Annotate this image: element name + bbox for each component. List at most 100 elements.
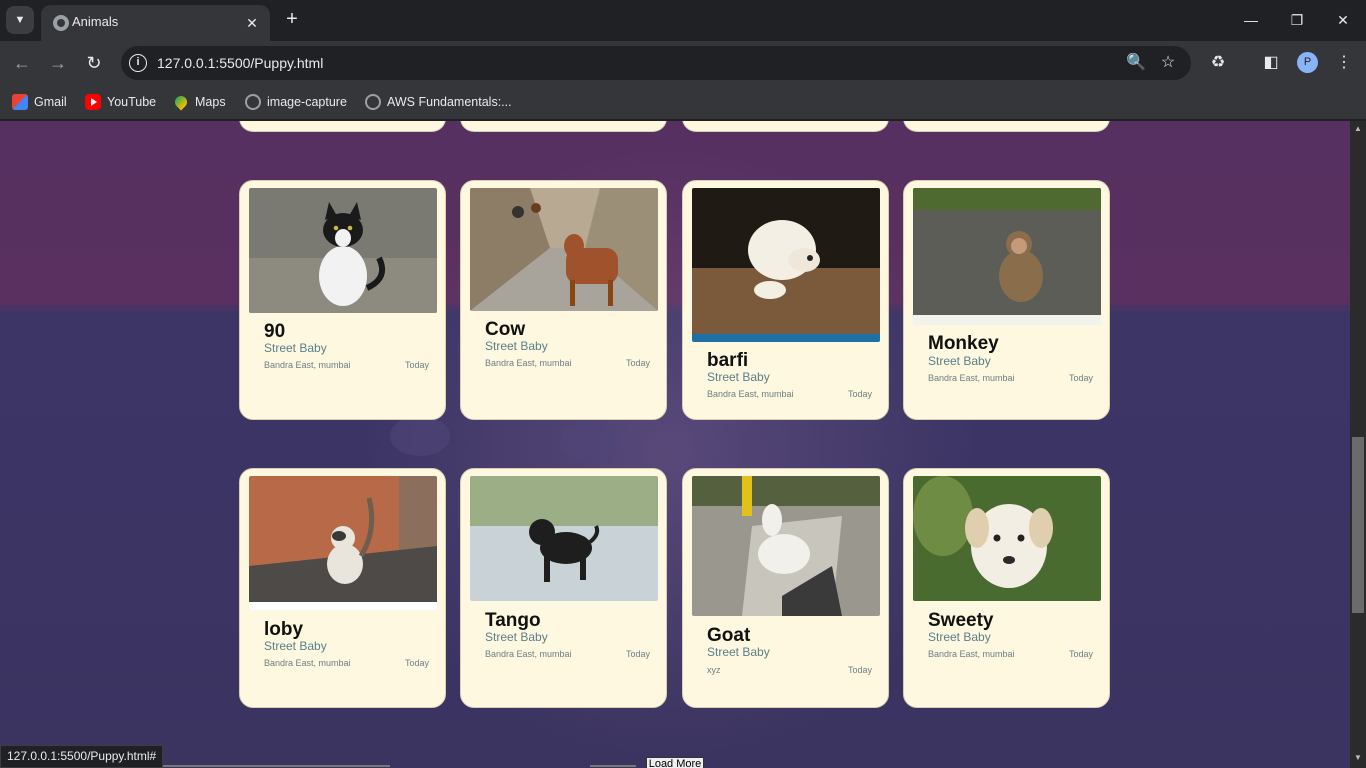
zoom-icon[interactable]: 🔍 [1126, 53, 1146, 73]
animal-photo [913, 188, 1101, 325]
globe-icon [53, 15, 69, 31]
animal-name: 90 [264, 321, 286, 342]
bookmarks-bar: Gmail YouTube Maps image-capture AWS Fun… [0, 85, 1366, 120]
card-partial[interactable] [239, 121, 446, 132]
animal-name: Goat [707, 625, 751, 646]
bookmark-label: AWS Fundamentals:... [387, 95, 512, 109]
animal-card[interactable]: barfi Street Baby Bandra East, mumbai To… [682, 180, 889, 420]
animal-date: Today [1068, 649, 1093, 659]
url-text[interactable]: 127.0.0.1:5500/Puppy.html [157, 55, 323, 71]
new-tab-button[interactable]: + [281, 9, 303, 31]
divider [590, 765, 636, 767]
maps-icon [172, 93, 190, 111]
animal-date: Today [625, 649, 650, 659]
animal-subtitle: Street Baby [707, 645, 770, 659]
tab-title: Animals [72, 14, 119, 29]
bookmark-label: Gmail [34, 95, 67, 109]
card-partial[interactable] [903, 121, 1110, 132]
site-info-icon[interactable]: i [129, 54, 147, 72]
animal-photo [249, 188, 437, 313]
animal-card[interactable]: Tango Street Baby Bandra East, mumbai To… [460, 468, 667, 708]
back-button[interactable]: ← [10, 51, 34, 75]
animal-date: Today [847, 665, 872, 675]
browser-toolbar: ← → ↻ i 127.0.0.1:5500/Puppy.html 🔍 ☆ ♻ … [0, 41, 1366, 85]
animal-location: Bandra East, mumbai [707, 389, 794, 399]
close-icon[interactable]: ✕ [242, 13, 262, 33]
animal-card[interactable]: Monkey Street Baby Bandra East, mumbai T… [903, 180, 1110, 420]
animal-photo [249, 476, 437, 610]
animal-subtitle: Street Baby [485, 630, 548, 644]
bookmark-image-capture[interactable]: image-capture [245, 93, 347, 111]
animal-photo [470, 476, 658, 601]
bookmark-label: image-capture [267, 95, 347, 109]
bookmark-label: YouTube [107, 95, 157, 109]
address-bar[interactable]: i 127.0.0.1:5500/Puppy.html 🔍 ☆ [121, 46, 1191, 80]
animal-subtitle: Street Baby [707, 370, 770, 384]
scroll-up-icon[interactable]: ▲ [1350, 121, 1366, 137]
animal-subtitle: Street Baby [264, 639, 327, 653]
scrollbar-thumb[interactable] [1352, 437, 1364, 613]
page-content: 90 Street Baby Bandra East, mumbai Today… [0, 121, 1350, 768]
animal-location: Bandra East, mumbai [485, 649, 572, 659]
animal-card[interactable]: loby Street Baby Bandra East, mumbai Tod… [239, 468, 446, 708]
chevron-down-icon: ▼ [14, 14, 26, 26]
restore-button[interactable]: ❐ [1282, 8, 1312, 32]
animal-subtitle: Street Baby [264, 341, 327, 355]
animal-location: Bandra East, mumbai [264, 360, 351, 370]
bookmark-label: Maps [195, 95, 226, 109]
globe-icon [245, 94, 261, 110]
animal-name: Sweety [928, 610, 994, 631]
background-cat-eye [560, 421, 620, 461]
tab-strip: ▼ Animals ✕ + — ❐ ✕ [0, 0, 1366, 41]
animal-card[interactable]: 90 Street Baby Bandra East, mumbai Today [239, 180, 446, 420]
animal-subtitle: Street Baby [928, 354, 991, 368]
background-cat-eye [390, 416, 450, 456]
gmail-icon [12, 94, 28, 110]
bookmark-gmail[interactable]: Gmail [12, 93, 67, 111]
star-icon[interactable]: ☆ [1158, 53, 1178, 73]
youtube-icon [85, 94, 101, 110]
animal-location: Bandra East, mumbai [928, 649, 1015, 659]
animal-photo [692, 188, 880, 342]
forward-button[interactable]: → [46, 51, 70, 75]
status-bar-url: 127.0.0.1:5500/Puppy.html# [0, 745, 164, 768]
animal-name: Cow [485, 319, 526, 340]
animal-card[interactable]: Sweety Street Baby Bandra East, mumbai T… [903, 468, 1110, 708]
bookmark-aws[interactable]: AWS Fundamentals:... [365, 93, 512, 111]
animal-name: Tango [485, 610, 541, 631]
animal-name: barfi [707, 350, 749, 371]
card-partial[interactable] [460, 121, 667, 132]
window-close-button[interactable]: ✕ [1328, 8, 1358, 32]
profile-avatar[interactable]: P [1297, 52, 1318, 73]
minimize-button[interactable]: — [1236, 8, 1266, 32]
animal-location: Bandra East, mumbai [264, 658, 351, 668]
globe-icon [365, 94, 381, 110]
extensions-icon[interactable]: ♻ [1206, 51, 1230, 75]
animal-subtitle: Street Baby [928, 630, 991, 644]
animal-date: Today [625, 358, 650, 368]
animal-location: Bandra East, mumbai [485, 358, 572, 368]
animal-date: Today [1068, 373, 1093, 383]
animal-card[interactable]: Goat Street Baby xyz Today [682, 468, 889, 708]
card-partial[interactable] [682, 121, 889, 132]
reload-button[interactable]: ↻ [82, 51, 106, 75]
animal-date: Today [404, 360, 429, 370]
bookmark-maps[interactable]: Maps [172, 93, 226, 111]
load-more-button[interactable]: Load More [646, 757, 704, 768]
tab-search-button[interactable]: ▼ [6, 6, 34, 34]
animal-subtitle: Street Baby [485, 339, 548, 353]
side-panel-icon[interactable]: ◧ [1259, 51, 1283, 75]
animal-name: Monkey [928, 333, 999, 354]
divider [160, 765, 390, 767]
bookmark-youtube[interactable]: YouTube [85, 93, 156, 111]
animal-date: Today [404, 658, 429, 668]
animal-card[interactable]: Cow Street Baby Bandra East, mumbai Toda… [460, 180, 667, 420]
animal-photo [692, 476, 880, 616]
tab-animals[interactable]: Animals ✕ [41, 5, 270, 41]
menu-icon[interactable]: ⋮ [1332, 51, 1356, 75]
scroll-down-icon[interactable]: ▼ [1350, 750, 1366, 766]
animal-photo [913, 476, 1101, 601]
animal-location: Bandra East, mumbai [928, 373, 1015, 383]
animal-date: Today [847, 389, 872, 399]
animal-photo [470, 188, 658, 311]
